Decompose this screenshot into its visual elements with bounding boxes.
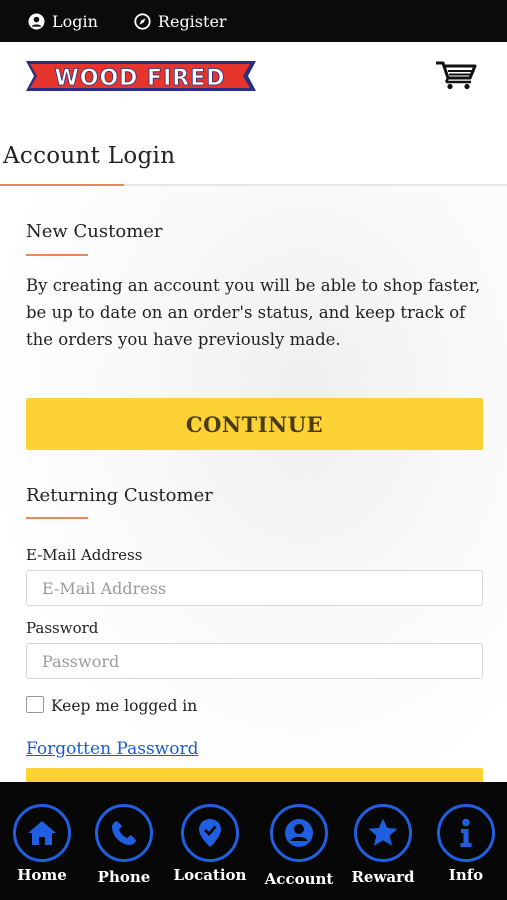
nav-location[interactable]: Location [170, 782, 250, 900]
password-field[interactable] [26, 643, 483, 679]
bottom-nav: Home Phone Location Account Reward Info [0, 782, 507, 900]
new-customer-accent [26, 254, 88, 256]
nav-reward-label: Reward [351, 868, 415, 886]
forgotten-password-link[interactable]: Forgotten Password [26, 739, 198, 759]
star-icon [354, 804, 412, 862]
keep-logged-in-label: Keep me logged in [51, 697, 198, 715]
page-title: Account Login [3, 143, 176, 169]
returning-customer-accent [26, 517, 88, 519]
compass-icon [134, 12, 151, 30]
nav-account-label: Account [264, 870, 334, 888]
register-label: Register [157, 11, 227, 31]
cart-icon[interactable] [434, 60, 478, 90]
nav-location-label: Location [173, 866, 247, 884]
password-label: Password [26, 619, 99, 637]
nav-phone[interactable]: Phone [84, 782, 164, 900]
email-label: E-Mail Address [26, 546, 143, 564]
email-field[interactable] [26, 570, 483, 606]
logo-text: WOOD FIRED [54, 66, 225, 91]
continue-button[interactable]: CONTINUE [26, 398, 483, 450]
nav-reward[interactable]: Reward [343, 782, 423, 900]
login-label: Login [52, 11, 98, 31]
new-customer-description: By creating an account you will be able … [26, 276, 481, 349]
register-link[interactable]: Register [134, 12, 227, 31]
nav-account[interactable]: Account [259, 782, 339, 900]
nav-info-label: Info [448, 866, 484, 884]
login-link[interactable]: Login [28, 12, 98, 31]
info-icon [437, 804, 495, 862]
returning-customer-title: Returning Customer [26, 485, 213, 506]
header: WOOD FIRED [0, 42, 507, 122]
nav-phone-label: Phone [97, 868, 151, 886]
new-customer-title: New Customer [26, 221, 163, 242]
nav-home-label: Home [17, 866, 67, 884]
user-icon [28, 13, 45, 29]
keep-logged-in-checkbox[interactable] [26, 696, 44, 713]
nav-home[interactable]: Home [2, 782, 82, 900]
top-bar: Login Register [0, 0, 507, 42]
home-icon [13, 804, 71, 862]
nav-info[interactable]: Info [426, 782, 506, 900]
location-icon [181, 804, 239, 862]
phone-icon [95, 804, 153, 862]
wood-fired-logo[interactable]: WOOD FIRED [26, 60, 256, 92]
account-icon [270, 804, 328, 862]
